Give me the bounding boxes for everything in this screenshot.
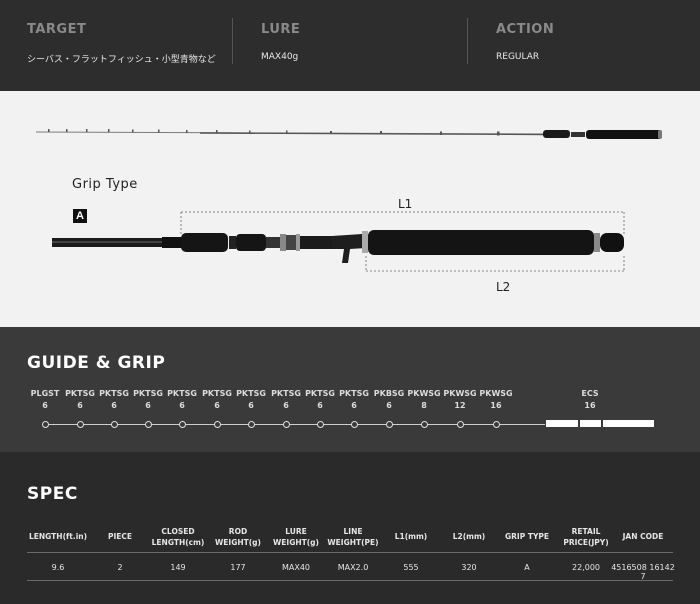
l1-label: L1 <box>398 197 413 211</box>
grip-type-badge: A <box>73 209 87 223</box>
reel-seat-name: ECS <box>581 389 599 398</box>
guide-marker <box>111 421 118 428</box>
reel-seat-size: 16 <box>584 401 596 410</box>
guide-name: PKTSG <box>167 389 197 398</box>
guide-marker <box>457 421 464 428</box>
lure-label: LURE <box>261 22 301 37</box>
guide-marker <box>145 421 152 428</box>
guide-marker <box>179 421 186 428</box>
guide-line <box>45 423 545 425</box>
guide-marker <box>283 421 290 428</box>
guide-size: 6 <box>248 401 254 410</box>
spec-divider <box>27 580 673 581</box>
guide-marker <box>493 421 500 428</box>
guide-size: 6 <box>386 401 392 410</box>
grip-type-label: Grip Type <box>72 177 138 192</box>
guide-name: PKTSG <box>236 389 266 398</box>
grip-section-divider <box>578 419 580 428</box>
full-rod-image <box>35 129 662 139</box>
guide-name: PKWSG <box>407 389 441 398</box>
guide-marker <box>317 421 324 428</box>
action-label: ACTION <box>496 22 555 37</box>
guide-name: PLGST <box>30 389 60 398</box>
guide-size: 6 <box>179 401 185 410</box>
guide-size: 6 <box>214 401 220 410</box>
action-value: REGULAR <box>496 52 540 62</box>
divider <box>232 18 233 64</box>
divider <box>467 18 468 64</box>
guide-size: 6 <box>42 401 48 410</box>
spec-summary-band: TARGET シーバス・フラットフィッシュ・小型青物など LURE MAX40g… <box>0 0 700 91</box>
guide-size: 6 <box>77 401 83 410</box>
spec-title: SPEC <box>27 484 78 504</box>
guide-name: PKWSG <box>479 389 513 398</box>
guide-name: PKTSG <box>339 389 369 398</box>
guide-grip-title: GUIDE & GRIP <box>27 353 166 373</box>
spec-divider <box>27 552 673 553</box>
guide-marker <box>77 421 84 428</box>
guide-marker <box>351 421 358 428</box>
guide-size: 6 <box>351 401 357 410</box>
guide-name: PKWSG <box>443 389 477 398</box>
guide-marker <box>248 421 255 428</box>
grip-section-bar <box>546 420 654 427</box>
guide-size: 16 <box>490 401 502 410</box>
guide-marker <box>42 421 49 428</box>
guide-marker <box>214 421 221 428</box>
guide-size: 6 <box>145 401 151 410</box>
guide-marker <box>421 421 428 428</box>
target-label: TARGET <box>27 22 87 37</box>
guide-marker <box>386 421 393 428</box>
lure-value: MAX40g <box>261 52 299 62</box>
guide-size: 12 <box>454 401 466 410</box>
grip-section-divider <box>601 419 603 428</box>
target-value: シーバス・フラットフィッシュ・小型青物など <box>27 55 216 65</box>
guide-size: 6 <box>283 401 289 410</box>
guide-name: PKBSG <box>373 389 405 398</box>
guide-size: 6 <box>111 401 117 410</box>
l2-label: L2 <box>496 280 511 294</box>
spec-header: JAN CODE <box>622 532 664 541</box>
guide-size: 6 <box>317 401 323 410</box>
spec-value: 4516508 16142 7 <box>611 563 675 581</box>
grip-closeup-image <box>52 230 624 263</box>
rod-illustration <box>35 129 662 272</box>
guide-size: 8 <box>421 401 427 410</box>
